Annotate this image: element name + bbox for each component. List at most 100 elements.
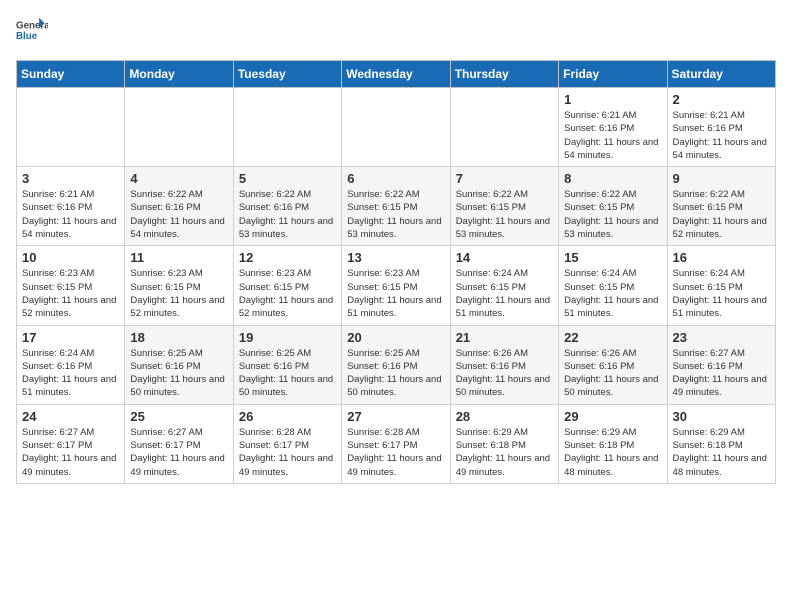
day-info: Sunrise: 6:23 AM Sunset: 6:15 PM Dayligh… [130,267,227,320]
day-info: Sunrise: 6:23 AM Sunset: 6:15 PM Dayligh… [22,267,119,320]
day-cell: 9Sunrise: 6:22 AM Sunset: 6:15 PM Daylig… [667,167,775,246]
day-cell: 23 Sunrise: 6:27 AM Sunset: 6:16 PM Dayli… [667,325,775,404]
day-cell: 10 Sunrise: 6:23 AM Sunset: 6:15 PM Dayli… [17,246,125,325]
day-info: Sunrise: 6:22 AM Sunset: 6:15 PM Dayligh… [347,188,444,241]
day-info: Sunrise: 6:27 AM Sunset: 6:16 PM Dayligh… [673,347,770,400]
day-number: 30 [673,409,770,424]
day-number: 29 [564,409,661,424]
day-info: Sunrise: 6:24 AM Sunset: 6:15 PM Dayligh… [673,267,770,320]
week-row-2: 10 Sunrise: 6:23 AM Sunset: 6:15 PM Dayli… [17,246,776,325]
day-cell: 28Sunrise: 6:29 AM Sunset: 6:18 PM Dayli… [450,404,558,483]
day-info: Sunrise: 6:28 AM Sunset: 6:17 PM Dayligh… [347,426,444,479]
day-cell: 12 Sunrise: 6:23 AM Sunset: 6:15 PM Dayli… [233,246,341,325]
day-number: 18 [130,330,227,345]
day-number: 6 [347,171,444,186]
day-number: 26 [239,409,336,424]
day-number: 12 [239,250,336,265]
day-number: 11 [130,250,227,265]
day-number: 25 [130,409,227,424]
day-info: Sunrise: 6:21 AM Sunset: 6:16 PM Dayligh… [22,188,119,241]
day-cell: 6 Sunrise: 6:22 AM Sunset: 6:15 PM Daylig… [342,167,450,246]
day-number: 13 [347,250,444,265]
day-cell: 15 Sunrise: 6:24 AM Sunset: 6:15 PM Dayli… [559,246,667,325]
day-cell: 2 Sunrise: 6:21 AM Sunset: 6:16 PM Daylig… [667,88,775,167]
day-number: 3 [22,171,119,186]
day-number: 2 [673,92,770,107]
day-cell: 17Sunrise: 6:24 AM Sunset: 6:16 PM Dayli… [17,325,125,404]
day-info: Sunrise: 6:22 AM Sunset: 6:15 PM Dayligh… [456,188,553,241]
day-info: Sunrise: 6:25 AM Sunset: 6:16 PM Dayligh… [130,347,227,400]
day-cell: 11 Sunrise: 6:23 AM Sunset: 6:15 PM Dayli… [125,246,233,325]
day-number: 27 [347,409,444,424]
day-info: Sunrise: 6:24 AM Sunset: 6:15 PM Dayligh… [564,267,661,320]
logo-icon: GeneralBlue [16,16,48,48]
calendar-table: SundayMondayTuesdayWednesdayThursdayFrid… [16,60,776,484]
day-info: Sunrise: 6:29 AM Sunset: 6:18 PM Dayligh… [564,426,661,479]
week-row-0: 1Sunrise: 6:21 AM Sunset: 6:16 PM Daylig… [17,88,776,167]
week-row-3: 17Sunrise: 6:24 AM Sunset: 6:16 PM Dayli… [17,325,776,404]
day-cell: 4 Sunrise: 6:22 AM Sunset: 6:16 PM Daylig… [125,167,233,246]
day-cell: 1Sunrise: 6:21 AM Sunset: 6:16 PM Daylig… [559,88,667,167]
day-cell: 30 Sunrise: 6:29 AM Sunset: 6:18 PM Dayli… [667,404,775,483]
day-number: 5 [239,171,336,186]
header-cell-wednesday: Wednesday [342,61,450,88]
day-number: 23 [673,330,770,345]
day-info: Sunrise: 6:22 AM Sunset: 6:16 PM Dayligh… [239,188,336,241]
day-info: Sunrise: 6:29 AM Sunset: 6:18 PM Dayligh… [673,426,770,479]
day-cell: 8Sunrise: 6:22 AM Sunset: 6:15 PM Daylig… [559,167,667,246]
header-cell-saturday: Saturday [667,61,775,88]
day-number: 4 [130,171,227,186]
day-cell: 16 Sunrise: 6:24 AM Sunset: 6:15 PM Dayli… [667,246,775,325]
day-cell: 25 Sunrise: 6:27 AM Sunset: 6:17 PM Dayli… [125,404,233,483]
day-info: Sunrise: 6:28 AM Sunset: 6:17 PM Dayligh… [239,426,336,479]
day-cell: 5 Sunrise: 6:22 AM Sunset: 6:16 PM Daylig… [233,167,341,246]
day-number: 15 [564,250,661,265]
day-cell: 22Sunrise: 6:26 AM Sunset: 6:16 PM Dayli… [559,325,667,404]
day-number: 9 [673,171,770,186]
day-cell [342,88,450,167]
week-row-4: 24Sunrise: 6:27 AM Sunset: 6:17 PM Dayli… [17,404,776,483]
day-cell: 19 Sunrise: 6:25 AM Sunset: 6:16 PM Dayli… [233,325,341,404]
day-info: Sunrise: 6:21 AM Sunset: 6:16 PM Dayligh… [673,109,770,162]
day-info: Sunrise: 6:23 AM Sunset: 6:15 PM Dayligh… [239,267,336,320]
day-cell: 20Sunrise: 6:25 AM Sunset: 6:16 PM Dayli… [342,325,450,404]
day-cell: 7 Sunrise: 6:22 AM Sunset: 6:15 PM Daylig… [450,167,558,246]
day-cell: 24Sunrise: 6:27 AM Sunset: 6:17 PM Dayli… [17,404,125,483]
day-number: 8 [564,171,661,186]
day-number: 28 [456,409,553,424]
day-info: Sunrise: 6:25 AM Sunset: 6:16 PM Dayligh… [239,347,336,400]
day-cell: 13 Sunrise: 6:23 AM Sunset: 6:15 PM Dayli… [342,246,450,325]
day-cell [125,88,233,167]
day-cell: 27 Sunrise: 6:28 AM Sunset: 6:17 PM Dayli… [342,404,450,483]
day-cell [450,88,558,167]
day-cell: 3 Sunrise: 6:21 AM Sunset: 6:16 PM Daylig… [17,167,125,246]
header-cell-friday: Friday [559,61,667,88]
day-cell [233,88,341,167]
day-info: Sunrise: 6:27 AM Sunset: 6:17 PM Dayligh… [130,426,227,479]
header-cell-thursday: Thursday [450,61,558,88]
day-cell: 18 Sunrise: 6:25 AM Sunset: 6:16 PM Dayli… [125,325,233,404]
header-cell-sunday: Sunday [17,61,125,88]
day-number: 21 [456,330,553,345]
header-cell-tuesday: Tuesday [233,61,341,88]
day-cell: 14 Sunrise: 6:24 AM Sunset: 6:15 PM Dayli… [450,246,558,325]
day-number: 19 [239,330,336,345]
header-cell-monday: Monday [125,61,233,88]
day-number: 14 [456,250,553,265]
day-cell: 21 Sunrise: 6:26 AM Sunset: 6:16 PM Dayli… [450,325,558,404]
svg-text:Blue: Blue [16,31,38,42]
day-number: 17 [22,330,119,345]
day-number: 10 [22,250,119,265]
header-row: SundayMondayTuesdayWednesdayThursdayFrid… [17,61,776,88]
day-cell: 29 Sunrise: 6:29 AM Sunset: 6:18 PM Dayli… [559,404,667,483]
day-info: Sunrise: 6:26 AM Sunset: 6:16 PM Dayligh… [456,347,553,400]
day-number: 7 [456,171,553,186]
day-info: Sunrise: 6:22 AM Sunset: 6:16 PM Dayligh… [130,188,227,241]
logo: GeneralBlue [16,16,48,48]
day-info: Sunrise: 6:21 AM Sunset: 6:16 PM Dayligh… [564,109,661,162]
day-cell: 26 Sunrise: 6:28 AM Sunset: 6:17 PM Dayli… [233,404,341,483]
day-number: 16 [673,250,770,265]
day-info: Sunrise: 6:24 AM Sunset: 6:15 PM Dayligh… [456,267,553,320]
day-info: Sunrise: 6:23 AM Sunset: 6:15 PM Dayligh… [347,267,444,320]
week-row-1: 3 Sunrise: 6:21 AM Sunset: 6:16 PM Daylig… [17,167,776,246]
